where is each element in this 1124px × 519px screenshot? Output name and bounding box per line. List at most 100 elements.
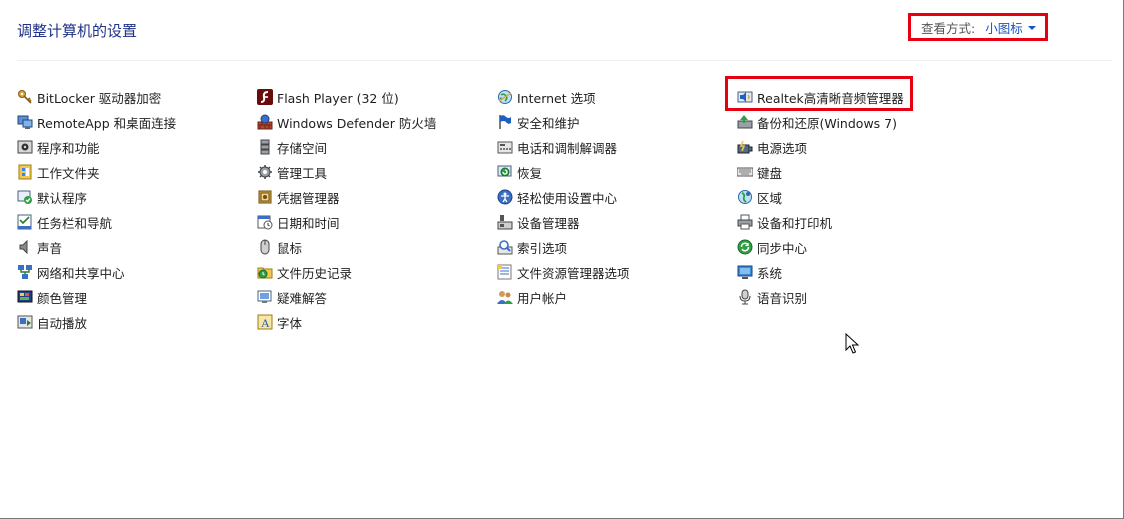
control-panel-item[interactable]: 区域 xyxy=(737,187,782,207)
control-panel-item[interactable]: 文件资源管理器选项 xyxy=(497,262,630,282)
control-panel-item-label: Flash Player (32 位) xyxy=(277,90,399,106)
control-panel-item[interactable]: Realtek高清晰音频管理器 xyxy=(737,87,904,107)
control-panel-item-label: 文件历史记录 xyxy=(277,265,353,281)
control-panel-item[interactable]: 颜色管理 xyxy=(17,287,87,307)
control-panel-item-label: 索引选项 xyxy=(517,240,568,256)
control-panel-item-label: 自动播放 xyxy=(37,315,88,331)
control-panel-item[interactable]: 默认程序 xyxy=(17,187,87,207)
control-panel-item-label: 存储空间 xyxy=(277,140,328,156)
control-panel-item-label: 恢复 xyxy=(517,165,543,181)
control-panel-item[interactable]: 疑难解答 xyxy=(257,287,327,307)
realtek-audio-icon xyxy=(737,89,753,105)
control-panel-item[interactable]: 恢复 xyxy=(497,162,542,182)
control-panel-item[interactable]: 凭据管理器 xyxy=(257,187,340,207)
control-panel-item-label: 设备管理器 xyxy=(517,215,580,231)
control-panel-item[interactable]: 网络和共享中心 xyxy=(17,262,125,282)
printer-icon xyxy=(737,214,753,230)
control-panel-item-label: 默认程序 xyxy=(37,190,88,206)
ease-of-access-icon xyxy=(497,189,513,205)
control-panel-item[interactable]: 语音识别 xyxy=(737,287,807,307)
control-panel-item-label: 键盘 xyxy=(757,165,783,181)
control-panel-item-label: 语音识别 xyxy=(757,290,808,306)
control-panel-item[interactable]: 安全和维护 xyxy=(497,112,580,132)
control-panel-item[interactable]: BitLocker 驱动器加密 xyxy=(17,87,161,107)
control-panel-item[interactable]: 键盘 xyxy=(737,162,782,182)
default-programs-icon xyxy=(17,189,33,205)
control-panel-item-label: 电源选项 xyxy=(757,140,808,156)
control-panel-item[interactable]: 同步中心 xyxy=(737,237,807,257)
control-panel-item[interactable]: Flash Player (32 位) xyxy=(257,87,399,107)
control-panel-item[interactable]: 管理工具 xyxy=(257,162,327,182)
control-panel-item[interactable]: 程序和功能 xyxy=(17,137,100,157)
control-panel-item-label: 疑难解答 xyxy=(277,290,328,306)
control-panel-item-label: 工作文件夹 xyxy=(37,165,100,181)
svg-text:A: A xyxy=(261,316,270,330)
sync-icon xyxy=(737,239,753,255)
credential-vault-icon xyxy=(257,189,273,205)
file-history-icon xyxy=(257,264,273,280)
control-panel-item[interactable]: 备份和还原(Windows 7) xyxy=(737,112,897,132)
control-panel-item[interactable]: 存储空间 xyxy=(257,137,327,157)
control-panel-item-label: RemoteApp 和桌面连接 xyxy=(37,115,177,131)
control-panel-item-label: 系统 xyxy=(757,265,783,281)
mouse-cursor-icon xyxy=(845,333,859,354)
control-panel-item-label: 管理工具 xyxy=(277,165,328,181)
mouse-icon xyxy=(257,239,273,255)
monitor-icon xyxy=(737,264,753,280)
control-panel-item-label: 日期和时间 xyxy=(277,215,340,231)
control-panel-item[interactable]: 任务栏和导航 xyxy=(17,212,112,232)
control-panel-item-label: 文件资源管理器选项 xyxy=(517,265,630,281)
view-by-label: 查看方式: xyxy=(921,20,976,36)
control-panel-item[interactable]: 轻松使用设置中心 xyxy=(497,187,617,207)
control-panel-item[interactable]: RemoteApp 和桌面连接 xyxy=(17,112,176,132)
control-panel-item-label: 网络和共享中心 xyxy=(37,265,125,281)
internet-globe-icon xyxy=(497,89,513,105)
control-panel-item-label: 同步中心 xyxy=(757,240,808,256)
control-panel-item-label: 鼠标 xyxy=(277,240,303,256)
view-by-control[interactable]: 查看方式: 小图标 xyxy=(908,13,1048,41)
control-panel-item[interactable]: 自动播放 xyxy=(17,312,87,332)
view-by-dropdown[interactable]: 小图标 xyxy=(985,18,1023,37)
control-panel-item[interactable]: Windows Defender 防火墙 xyxy=(257,112,436,132)
control-panel-item[interactable]: 电话和调制解调器 xyxy=(497,137,617,157)
control-panel-item[interactable]: 电源选项 xyxy=(737,137,807,157)
work-folders-icon xyxy=(17,164,33,180)
control-panel-item[interactable]: A 字体 xyxy=(257,312,302,332)
control-panel-item[interactable]: 索引选项 xyxy=(497,237,567,257)
power-icon xyxy=(737,139,753,155)
control-panel-item-label: 轻松使用设置中心 xyxy=(517,190,618,206)
control-panel-item-label: 任务栏和导航 xyxy=(37,215,113,231)
page-title: 调整计算机的设置 xyxy=(17,22,138,40)
control-panel-item-label: 颜色管理 xyxy=(37,290,88,306)
control-panel-item-label: 备份和还原(Windows 7) xyxy=(757,115,897,131)
control-panel-item[interactable]: 日期和时间 xyxy=(257,212,340,232)
firewall-icon xyxy=(257,114,273,130)
region-globe-icon xyxy=(737,189,753,205)
control-panel-item-label: 区域 xyxy=(757,190,783,206)
control-panel-item[interactable]: 声音 xyxy=(17,237,62,257)
control-panel-item[interactable]: 设备管理器 xyxy=(497,212,580,232)
admin-tools-icon xyxy=(257,164,273,180)
control-panel-item[interactable]: 设备和打印机 xyxy=(737,212,832,232)
header-divider xyxy=(17,60,1112,61)
backup-icon xyxy=(737,114,753,130)
control-panel-item[interactable]: 工作文件夹 xyxy=(17,162,100,182)
control-panel-item[interactable]: Internet 选项 xyxy=(497,87,596,107)
network-icon xyxy=(17,264,33,280)
control-panel-item[interactable]: 系统 xyxy=(737,262,782,282)
font-icon: A xyxy=(257,314,273,330)
control-panel-item[interactable]: 用户帐户 xyxy=(497,287,567,307)
control-panel-item[interactable]: 鼠标 xyxy=(257,237,302,257)
flag-icon xyxy=(497,114,513,130)
control-panel-item-label: 程序和功能 xyxy=(37,140,100,156)
control-panel-item-label: BitLocker 驱动器加密 xyxy=(37,90,162,106)
chevron-down-icon[interactable] xyxy=(1027,25,1036,30)
control-panel-item[interactable]: 文件历史记录 xyxy=(257,262,352,282)
flash-icon xyxy=(257,89,273,105)
bitlocker-key-icon xyxy=(17,89,33,105)
autoplay-icon xyxy=(17,314,33,330)
remote-desktop-icon xyxy=(17,114,33,130)
storage-icon xyxy=(257,139,273,155)
control-panel-item-label: 电话和调制解调器 xyxy=(517,140,618,156)
troubleshoot-icon xyxy=(257,289,273,305)
